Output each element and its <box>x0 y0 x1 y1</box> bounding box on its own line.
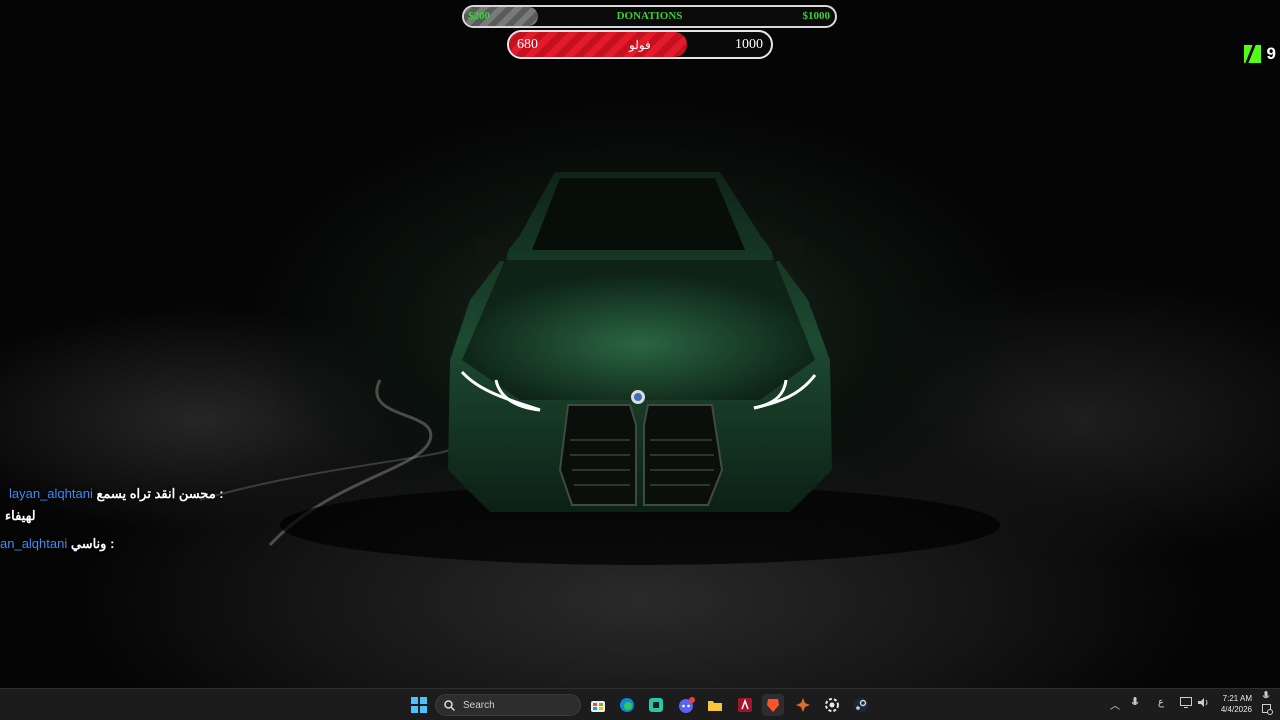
donations-title: DONATIONS <box>616 10 683 22</box>
chat-message: لهيفاء <box>5 508 36 524</box>
donations-max-label: $1000 <box>802 10 831 22</box>
desktop-wallpaper <box>0 0 1280 688</box>
follower-label: فولو <box>629 38 651 52</box>
chat-message-text: وناسي : <box>70 536 115 551</box>
chat-message-text: محسن انقد تراه يسمع : <box>96 486 224 501</box>
settings-gear-icon[interactable] <box>821 694 843 716</box>
tray-overflow-chevron-icon[interactable]: ︿ <box>1110 697 1120 712</box>
input-language-indicator[interactable]: ع <box>1158 697 1164 708</box>
microphone-icon[interactable] <box>1131 697 1139 711</box>
system-clock[interactable]: 7:21 AM 4/4/2026 <box>1221 693 1252 715</box>
windows-logo-icon <box>411 697 427 713</box>
start-button[interactable] <box>408 694 430 716</box>
clock-date: 4/4/2026 <box>1220 705 1252 714</box>
microsoft-store-icon[interactable] <box>587 694 609 716</box>
steam-icon[interactable] <box>850 694 872 716</box>
follower-goal-bar: 680 فولو 1000 <box>507 30 773 59</box>
notification-center-icon[interactable] <box>1262 704 1273 718</box>
taskbar-search[interactable]: Search <box>435 694 581 716</box>
follower-goal-count: 1000 <box>735 37 763 52</box>
search-placeholder: Search <box>463 699 495 711</box>
car-illustration <box>199 172 1000 565</box>
chat-message: an_alqhtani وناسي : <box>0 536 114 552</box>
chat-message-text: لهيفاء <box>5 508 36 523</box>
taskbar: Search ︿ ع 7:21 AM 4/4/2026 <box>0 688 1280 720</box>
follower-current-count: 680 <box>517 37 538 52</box>
notification-microphone-icon[interactable] <box>1262 691 1270 704</box>
clock-time: 7:21 AM <box>1222 694 1252 703</box>
search-icon <box>444 699 455 711</box>
chat-username: an_alqhtani <box>0 536 68 551</box>
app-orange-icon[interactable] <box>792 694 814 716</box>
volume-icon[interactable] <box>1197 697 1209 711</box>
clipchamp-icon[interactable] <box>645 694 667 716</box>
edge-browser-icon[interactable] <box>616 694 638 716</box>
chat-message: layan_alqhtani محسن انقد تراه يسمع : <box>9 486 224 502</box>
brave-browser-icon[interactable] <box>762 694 784 716</box>
chat-username: layan_alqhtani <box>9 486 93 501</box>
kick-viewer-count: 9 <box>1266 44 1276 63</box>
network-icon[interactable] <box>1180 697 1192 711</box>
discord-icon[interactable] <box>675 694 697 716</box>
kick-viewer-counter: 9 <box>1243 44 1276 64</box>
kick-logo-icon <box>1243 45 1261 63</box>
app-red-icon[interactable] <box>734 694 756 716</box>
donations-goal-bar: $200 DONATIONS $1000 <box>462 5 837 28</box>
file-explorer-icon[interactable] <box>704 694 726 716</box>
